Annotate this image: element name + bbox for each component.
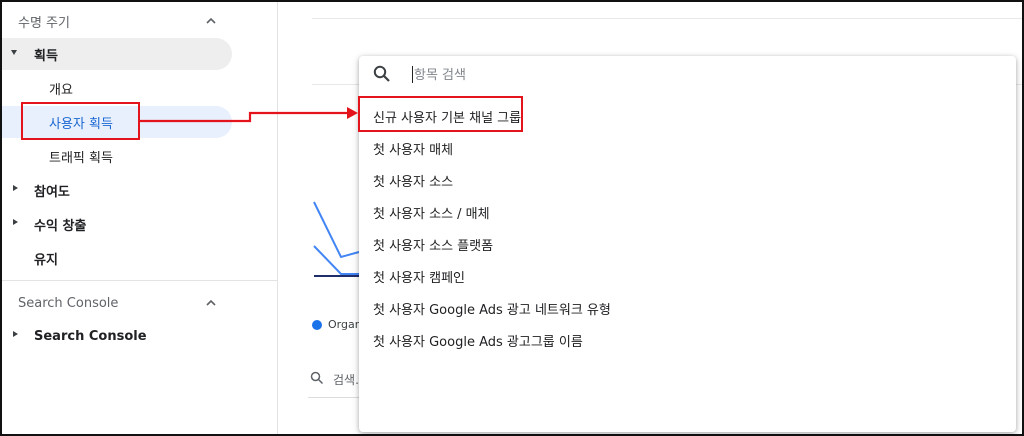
dimension-option-first-user-source-platform[interactable]: 첫 사용자 소스 플랫폼 xyxy=(359,228,1016,260)
dimension-option-first-user-ads-network-type[interactable]: 첫 사용자 Google Ads 광고 네트워크 유형 xyxy=(359,292,1016,324)
dimension-search-input[interactable] xyxy=(414,62,834,88)
sidebar: 수명 주기 획득 개요 사용자 획득 트래픽 획득 참여도 수익 창출 유지 S… xyxy=(2,2,278,434)
dimension-option-first-user-source[interactable]: 첫 사용자 소스 xyxy=(359,164,1016,196)
legend-dot xyxy=(312,320,322,330)
dimension-option-first-user-ads-ad-group-name[interactable]: 첫 사용자 Google Ads 광고그룹 이름 xyxy=(359,324,1016,356)
gridline xyxy=(312,18,1022,19)
sidebar-divider xyxy=(2,280,278,281)
dimension-option-first-user-campaign[interactable]: 첫 사용자 캠페인 xyxy=(359,260,1016,292)
sidebar-item-traffic-acquisition[interactable]: 트래픽 획득 xyxy=(2,140,232,172)
caret-down-icon xyxy=(11,50,17,55)
sidebar-item-search-console[interactable]: Search Console xyxy=(2,320,232,352)
sidebar-item-label: 유지 xyxy=(34,252,58,268)
legend-label: Organ xyxy=(328,318,362,331)
lifecycle-section-title: 수명 주기 xyxy=(18,15,70,31)
search-console-section-title: Search Console xyxy=(18,295,119,311)
caret-right-icon xyxy=(13,219,18,225)
sidebar-item-retention[interactable]: 유지 xyxy=(2,242,232,274)
dimension-option-first-user-source-medium[interactable]: 첫 사용자 소스 / 매체 xyxy=(359,196,1016,228)
sidebar-item-overview[interactable]: 개요 xyxy=(2,72,232,104)
sidebar-item-monetization[interactable]: 수익 창출 xyxy=(2,208,232,240)
caret-right-icon xyxy=(13,331,18,337)
search-console-section-header[interactable]: Search Console xyxy=(2,286,232,320)
sidebar-item-label: 개요 xyxy=(49,82,73,98)
chevron-up-icon xyxy=(206,299,216,306)
search-icon xyxy=(373,65,390,82)
chart-series-line xyxy=(313,201,360,259)
dimension-option-first-user-medium[interactable]: 첫 사용자 매체 xyxy=(359,132,1016,164)
chart-series-line xyxy=(313,245,359,275)
sidebar-item-label: 참여도 xyxy=(34,184,70,200)
text-cursor xyxy=(412,66,413,83)
sidebar-item-label: Search Console xyxy=(34,328,147,344)
sidebar-item-label: 획득 xyxy=(34,48,58,64)
chevron-up-icon xyxy=(206,17,216,24)
dropdown-search-bar xyxy=(359,56,1016,94)
highlight-box-user-acquisition xyxy=(21,102,140,140)
sidebar-item-acquisition[interactable]: 획득 xyxy=(2,38,232,70)
line-chart-fragment xyxy=(313,201,360,277)
sidebar-item-engagement[interactable]: 참여도 xyxy=(2,174,232,206)
caret-right-icon xyxy=(13,185,18,191)
search-icon xyxy=(310,371,324,385)
lifecycle-section-header[interactable]: 수명 주기 xyxy=(2,4,232,38)
sidebar-item-label: 트래픽 획득 xyxy=(49,150,113,166)
highlight-box-default-channel-group xyxy=(358,96,523,132)
sidebar-item-label: 수익 창출 xyxy=(34,218,87,234)
